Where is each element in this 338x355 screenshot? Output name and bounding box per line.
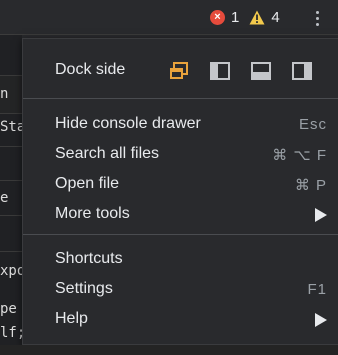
submenu-arrow-icon xyxy=(315,208,327,222)
menu-item-hide-console-drawer[interactable]: Hide console drawer Esc xyxy=(23,109,338,139)
menu-item-label: Hide console drawer xyxy=(55,115,201,132)
menu-item-more-tools[interactable]: More tools xyxy=(23,199,338,229)
code-fragment: e xyxy=(0,190,9,206)
menu-separator xyxy=(23,98,338,99)
dock-side-label: Dock side xyxy=(55,61,126,78)
warning-count: 4 xyxy=(271,8,280,26)
error-count: 1 xyxy=(231,8,240,26)
menu-item-label: Open file xyxy=(55,175,120,192)
code-fragment: lf; xyxy=(0,325,22,341)
dock-to-right-icon[interactable] xyxy=(291,60,313,82)
dock-to-left-icon[interactable] xyxy=(209,60,231,82)
submenu-arrow-icon xyxy=(315,313,327,327)
menu-separator xyxy=(23,234,338,235)
code-fragment: pe xyxy=(0,301,17,317)
menu-item-shortcut: ⌘ ⌥ F xyxy=(272,147,327,164)
menu-item-label: Settings xyxy=(55,280,113,297)
dock-side-options xyxy=(168,60,313,82)
error-circle-icon: × xyxy=(210,9,225,25)
menu-item-shortcut: ⌘ P xyxy=(294,177,327,194)
menu-item-shortcut: F1 xyxy=(307,281,327,298)
menu-item-shortcut: Esc xyxy=(298,116,327,133)
issues-counter[interactable]: × 1 4 xyxy=(210,8,290,26)
menu-item-settings[interactable]: Settings F1 xyxy=(23,274,338,304)
devtools-toolbar: × 1 4 xyxy=(0,0,338,35)
menu-item-label: Search all files xyxy=(55,145,160,162)
bottom-edge xyxy=(0,345,338,355)
menu-item-shortcuts[interactable]: Shortcuts xyxy=(23,244,338,274)
undock-into-separate-window-icon[interactable] xyxy=(168,60,190,82)
code-fragment: xpo xyxy=(0,263,22,279)
menu-item-label: Shortcuts xyxy=(55,250,123,267)
dock-to-bottom-icon[interactable] xyxy=(250,60,272,82)
code-fragment: Sta xyxy=(0,119,22,135)
warning-triangle-icon xyxy=(249,10,265,24)
menu-item-open-file[interactable]: Open file ⌘ P xyxy=(23,169,338,199)
kebab-menu-icon[interactable] xyxy=(305,7,329,29)
code-fragment: n xyxy=(0,86,9,102)
menu-item-help[interactable]: Help xyxy=(23,304,338,334)
background-panel: n Sta e xpo pe lf; xyxy=(0,35,22,355)
menu-item-label: Help xyxy=(55,310,88,327)
menu-item-label: More tools xyxy=(55,205,130,222)
more-options-menu: Dock side Hide console drawer Esc Search… xyxy=(22,38,338,345)
menu-item-search-all-files[interactable]: Search all files ⌘ ⌥ F xyxy=(23,139,338,169)
